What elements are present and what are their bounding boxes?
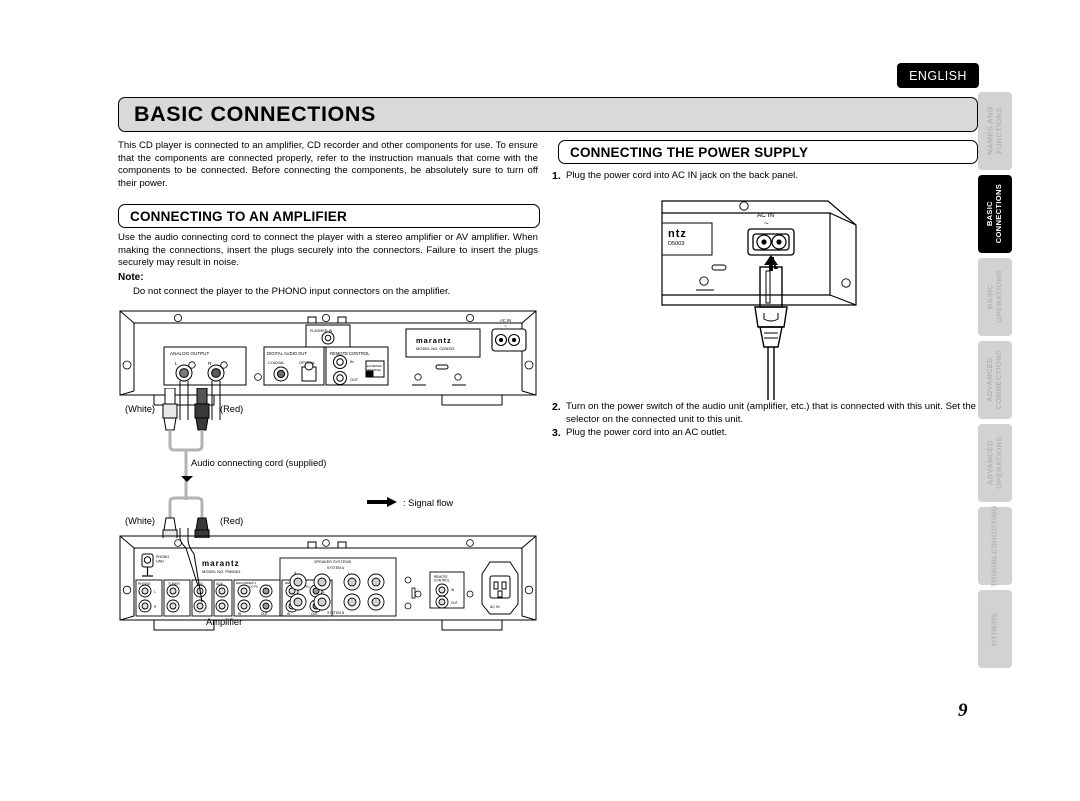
intro-paragraph: This CD player is connected to an amplif… <box>118 140 538 189</box>
step-item: 3. Plug the power cord into an AC outlet… <box>552 427 976 440</box>
analog-l-label: L <box>175 361 178 366</box>
section-heading-connecting-amplifier: CONNECTING TO AN AMPLIFIER <box>118 204 540 228</box>
tab-advanced-operations[interactable]: ADVANCED OPERATIONS <box>978 424 1012 502</box>
amp-right-l: L <box>323 590 325 594</box>
rec1-out-label: OUT <box>261 612 268 616</box>
amplifier-svg: PHONO GND PHONO TUNER CD AUX RECORDER 1 … <box>119 528 537 631</box>
power-supply-svg: ntz D5003 AC IN ~ <box>661 200 857 400</box>
tab-troubleshooting[interactable]: TROUBLESHOOTING <box>978 505 1012 587</box>
tab-advanced-connections[interactable]: ADVANCED CONNECTIONS <box>978 341 1012 419</box>
tab-names-and-functions[interactable]: NAMES AND FUNCTIONS <box>978 92 1012 170</box>
amp-model-label: MODEL NO. PM5003 <box>202 569 241 574</box>
amp-phono-label: PHONO <box>138 582 151 586</box>
ac-tilde: ~ <box>504 324 507 330</box>
amp-remote-out: OUT <box>451 601 458 605</box>
tab-label-line1: NAMES AND <box>985 106 995 156</box>
page-title: BASIC CONNECTIONS <box>134 102 376 126</box>
section-tab-rail: NAMES AND FUNCTIONS BASIC CONNECTIONS BASI… <box>978 92 1012 673</box>
note-text: Do not connect the player to the PHONO i… <box>133 286 451 297</box>
step-number: 3. <box>552 427 561 439</box>
page-title-bar: BASIC CONNECTIONS <box>118 97 978 132</box>
tab-label-line2: OPERATIONS <box>994 270 1003 324</box>
tab-label-line1: ADVANCED <box>985 440 995 486</box>
power-brand-partial: ntz <box>668 228 687 240</box>
analog-r-label: R <box>208 361 212 366</box>
cd-brand-label: marantz <box>416 336 452 345</box>
amp-brand-label: marantz <box>202 559 240 568</box>
tab-basic-connections[interactable]: BASIC CONNECTIONS <box>978 175 1012 253</box>
amp-tuner-label: TUNER <box>168 582 180 586</box>
cable-top-white-label: (White) <box>125 404 155 414</box>
cable-bottom-red-label: (Red) <box>220 516 243 526</box>
gnd-label: GND <box>156 560 164 564</box>
coaxial-label: COAXIAL <box>268 361 284 365</box>
power-ac-tilde: ~ <box>764 219 769 228</box>
tab-label-line2: CONNECTIONS <box>994 350 1004 410</box>
speaker-systems-label: SPEAKER SYSTEMS <box>314 560 352 564</box>
ac-in-label: AC IN <box>500 318 511 323</box>
digital-audio-out-label: DIGITAL AUDIO OUT <box>267 351 307 356</box>
cable-top-red-label: (Red) <box>220 404 243 414</box>
amplifier-paragraph: Use the audio connecting cord to connect… <box>118 232 538 269</box>
page-number: 9 <box>958 700 968 721</box>
manual-page: ENGLISH BASIC CONNECTIONS This CD player… <box>0 0 1080 801</box>
amp-left-r: R <box>154 605 157 609</box>
amplifier-rear-panel-diagram: PHONO GND PHONO TUNER CD AUX RECORDER 1 … <box>118 528 538 638</box>
rec2-out-label: OUT <box>311 612 318 616</box>
audio-cable-diagram: (White) (Red) (White) (Red) Audio connec… <box>125 387 475 545</box>
tab-label-line2: CONNECTIONS <box>994 184 1004 244</box>
tab-label-line2: OPERATIONS <box>994 436 1003 490</box>
system-b-label: SYSTEM B <box>327 611 345 615</box>
cable-cord-label: Audio connecting cord (supplied) <box>191 458 326 468</box>
step-item: 2. Turn on the power switch of the audio… <box>552 401 976 426</box>
amplifier-caption: Amplifier <box>206 617 243 627</box>
analog-output-label: ANALOG OUTPUT <box>170 351 210 356</box>
cd-model-label: MODEL NO. CD5003 <box>416 346 455 351</box>
amp-left-l: L <box>154 590 156 594</box>
step-number: 2. <box>552 401 561 413</box>
audio-cable-svg: (White) (Red) (White) (Red) Audio connec… <box>125 387 453 545</box>
flasher-in-label: FLASHER IN <box>310 329 333 333</box>
system-a-label: SYSTEM A <box>327 566 345 570</box>
signal-flow-label: : Signal flow <box>403 498 453 508</box>
phono-label: PHONO <box>156 555 169 559</box>
tab-basic-operations[interactable]: BASIC OPERATIONS <box>978 258 1012 336</box>
amp-remote-in: IN <box>451 588 455 592</box>
tab-others[interactable]: OTHERS <box>978 590 1012 668</box>
power-model-partial: D5003 <box>668 241 684 247</box>
rec1-in-label: IN <box>238 612 242 616</box>
language-badge: ENGLISH <box>897 63 979 88</box>
amp-recorder1-sub: (CD-R) <box>248 585 258 589</box>
note-label: Note: <box>118 272 144 283</box>
section-heading-label: CONNECTING THE POWER SUPPLY <box>570 144 809 160</box>
tab-label-line1: TROUBLESHOOTING <box>989 505 999 587</box>
step-text: Plug the power cord into an AC outlet. <box>566 427 728 438</box>
remote-control-label: REMOTE CONTROL <box>330 351 370 356</box>
remote-out-label: OUT <box>350 378 359 382</box>
section-heading-label: CONNECTING TO AN AMPLIFIER <box>130 208 347 224</box>
internal-label: INTERNAL <box>367 368 382 372</box>
section-heading-connecting-power: CONNECTING THE POWER SUPPLY <box>558 140 978 164</box>
rec2-in-label: IN <box>287 612 291 616</box>
step-number: 1. <box>552 170 561 182</box>
amp-ac-in-label: AC IN <box>490 605 500 609</box>
tab-label-line1: OTHERS <box>989 612 999 646</box>
step-item: 1. Plug the power cord into AC IN jack o… <box>552 170 976 183</box>
tab-label-line1: BASIC <box>985 284 995 310</box>
amp-aux-label: AUX <box>216 582 223 586</box>
step-text: Turn on the power switch of the audio un… <box>566 401 976 425</box>
step-text: Plug the power cord into AC IN jack on t… <box>566 170 798 181</box>
cable-bottom-white-label: (White) <box>125 516 155 526</box>
power-supply-diagram: ntz D5003 AC IN ~ <box>660 195 890 400</box>
optical-label: OPTICAL <box>299 361 315 365</box>
amp-remote-label2: CONTROL <box>434 579 450 583</box>
tab-label-line2: FUNCTIONS <box>994 107 1003 155</box>
remote-in-label: IN <box>350 360 354 364</box>
power-ac-in-label: AC IN <box>757 212 774 219</box>
